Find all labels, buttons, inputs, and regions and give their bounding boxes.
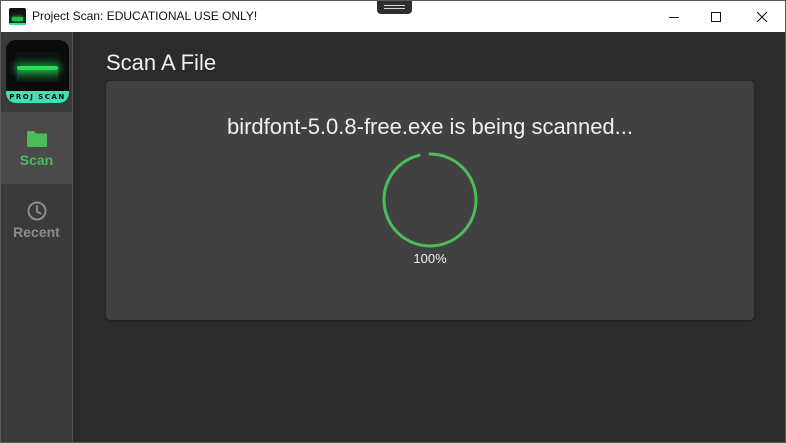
sidebar-item-recent[interactable]: Recent — [1, 184, 72, 256]
scan-status-message: birdfont-5.0.8-free.exe is being scanned… — [226, 114, 634, 139]
app-logo: PROJ SCAN — [6, 40, 69, 103]
close-button[interactable] — [739, 1, 785, 32]
sidebar: PROJ SCAN Scan Recent — [1, 32, 73, 442]
progress-percent: 100% — [413, 251, 447, 266]
maximize-button[interactable] — [693, 1, 739, 32]
sidebar-item-label: Recent — [13, 224, 60, 240]
folder-icon — [27, 131, 47, 147]
drag-handle[interactable] — [377, 1, 412, 14]
minimize-icon — [669, 16, 679, 18]
app-window: Project Scan: EDUCATIONAL USE ONLY! PROJ… — [0, 0, 786, 443]
clock-icon — [27, 201, 47, 221]
maximize-icon — [711, 11, 721, 22]
app-logo-icon — [9, 8, 26, 25]
title-bar[interactable]: Project Scan: EDUCATIONAL USE ONLY! — [1, 1, 785, 32]
close-icon — [756, 11, 768, 22]
minimize-button[interactable] — [651, 1, 697, 32]
page-title: Scan A File — [106, 50, 217, 75]
window-title: Project Scan: EDUCATIONAL USE ONLY! — [32, 9, 258, 23]
sidebar-item-scan[interactable]: Scan — [1, 112, 72, 184]
scan-card: birdfont-5.0.8-free.exe is being scanned… — [106, 81, 754, 320]
logo-text: PROJ SCAN — [9, 93, 66, 101]
progress-ring — [382, 152, 478, 248]
sidebar-item-label: Scan — [19, 152, 54, 168]
